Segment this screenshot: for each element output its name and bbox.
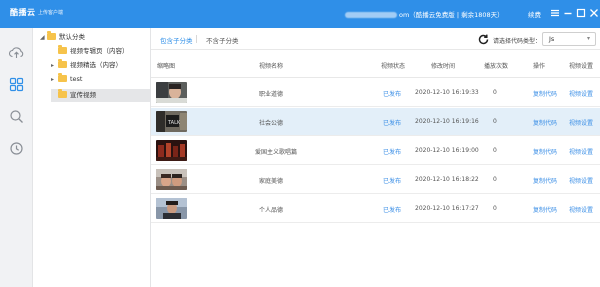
play-count: 0 <box>493 147 497 154</box>
video-status: 已发布 <box>383 149 402 156</box>
menu-icon[interactable] <box>548 6 562 20</box>
account-email-blurred <box>345 12 397 18</box>
expand-arrow-icon[interactable]: ▸ <box>51 59 58 72</box>
video-settings-link[interactable]: 视频设置 <box>569 176 593 185</box>
side-navbar <box>0 28 33 287</box>
play-count: 0 <box>493 205 497 212</box>
column-header-modified-time: 修改时间 <box>431 63 456 70</box>
table-row[interactable]: 爱国主义歌唱篇 已发布 2020-12-10 16:19:00 0 复制代码 视… <box>151 137 600 165</box>
code-type-value: Js <box>549 35 555 43</box>
video-name: 家庭美德 <box>259 178 284 185</box>
tree-node-promo-videos[interactable]: 宣传视频 <box>51 89 150 102</box>
video-thumbnail <box>156 140 187 161</box>
tree-node-album-page[interactable]: 视频专辑页（内容） <box>51 45 150 58</box>
copy-code-link[interactable]: 复制代码 <box>533 89 557 98</box>
tab-exclude-subcategories[interactable]: 不含子分类 <box>206 35 239 45</box>
folder-icon <box>58 89 67 98</box>
modified-time: 2020-12-10 16:17:27 <box>415 205 479 212</box>
collapse-arrow-icon[interactable]: ◢ <box>40 31 47 44</box>
table-header: 缩略图 视频名称 视频状态 修改时间 播放次数 操作 视频设置 <box>151 50 600 78</box>
tab-include-subcategories[interactable]: 包含子分类 <box>160 35 193 45</box>
search-icon[interactable] <box>8 108 25 125</box>
folder-icon <box>58 45 67 54</box>
copy-code-link[interactable]: 复制代码 <box>533 147 557 156</box>
renew-link[interactable]: 续费 <box>528 9 541 19</box>
video-thumbnail <box>156 82 187 103</box>
modified-time: 2020-12-10 16:19:00 <box>415 147 479 154</box>
refresh-icon[interactable] <box>477 33 490 46</box>
tree-node-root[interactable]: ◢ 默认分类 <box>40 31 150 44</box>
filter-toolbar: 包含子分类 不含子分类 请选择代码类型： Js ▾ <box>151 28 600 50</box>
account-plan-text: om（酷播云免费版 | 剩余1808天） <box>399 11 504 19</box>
video-status: 已发布 <box>383 207 402 214</box>
upload-cloud-icon[interactable] <box>8 44 25 61</box>
account-info: om（酷播云免费版 | 剩余1808天） <box>345 9 504 19</box>
column-header-play-count: 播放次数 <box>484 63 509 70</box>
main-panel: 包含子分类 不含子分类 请选择代码类型： Js ▾ 缩略图 视频名称 视频状态 … <box>151 28 600 287</box>
column-header-status: 视频状态 <box>381 63 406 70</box>
grid-icon[interactable] <box>8 76 25 93</box>
video-name: 社会公德 <box>259 120 284 127</box>
modified-time: 2020-12-10 16:19:16 <box>415 118 479 125</box>
code-type-select[interactable]: Js ▾ <box>542 32 596 46</box>
folder-icon <box>58 59 67 68</box>
code-type-label: 请选择代码类型： <box>493 38 542 45</box>
modified-time: 2020-12-10 16:18:22 <box>415 176 479 183</box>
video-status: 已发布 <box>383 120 402 127</box>
maximize-icon[interactable] <box>574 6 588 20</box>
tab-divider <box>196 35 197 43</box>
copy-code-link[interactable]: 复制代码 <box>533 118 557 127</box>
category-tree: ◢ 默认分类 视频专辑页（内容） ▸ 视频精选（内容） ▸ test 宣传视频 <box>33 28 151 287</box>
expand-arrow-icon[interactable]: ▸ <box>51 73 58 86</box>
folder-icon <box>58 73 67 82</box>
column-header-operation: 操作 <box>533 63 546 70</box>
video-settings-link[interactable]: 视频设置 <box>569 89 593 98</box>
svg-text:TALK: TALK <box>167 120 181 126</box>
column-header-video-name: 视频名称 <box>259 63 284 70</box>
table-row[interactable]: 个人品德 已发布 2020-12-10 16:17:27 0 复制代码 视频设置 <box>151 195 600 223</box>
video-status: 已发布 <box>383 178 402 185</box>
play-count: 0 <box>493 176 497 183</box>
app-logo: 酷播云 <box>10 8 36 17</box>
play-count: 0 <box>493 89 497 96</box>
copy-code-link[interactable]: 复制代码 <box>533 176 557 185</box>
video-name: 职业道德 <box>259 91 284 98</box>
video-thumbnail <box>156 198 187 219</box>
video-name: 个人品德 <box>259 207 284 214</box>
table-row[interactable]: 职业道德 已发布 2020-12-10 16:19:33 0 复制代码 视频设置 <box>151 79 600 107</box>
video-settings-link[interactable]: 视频设置 <box>569 205 593 214</box>
folder-icon <box>47 31 56 40</box>
chevron-down-icon: ▾ <box>586 35 590 42</box>
video-thumbnail: TALK <box>156 111 187 132</box>
table-row[interactable]: TALK 社会公德 已发布 2020-12-10 16:19:16 0 复制代码… <box>151 108 600 136</box>
video-settings-link[interactable]: 视频设置 <box>569 147 593 156</box>
tree-node-video-picks[interactable]: ▸ 视频精选（内容） <box>51 59 150 72</box>
video-settings-link[interactable]: 视频设置 <box>569 118 593 127</box>
title-bar: 酷播云 上传客户端 om（酷播云免费版 | 剩余1808天） 续费 <box>0 0 600 28</box>
copy-code-link[interactable]: 复制代码 <box>533 205 557 214</box>
close-icon[interactable] <box>587 6 600 20</box>
column-header-thumbnail: 缩略图 <box>157 63 176 70</box>
play-count: 0 <box>493 118 497 125</box>
history-icon[interactable] <box>8 140 25 157</box>
tree-node-test[interactable]: ▸ test <box>51 73 150 86</box>
minimize-icon[interactable] <box>561 6 575 20</box>
table-row[interactable]: 家庭美德 已发布 2020-12-10 16:18:22 0 复制代码 视频设置 <box>151 166 600 194</box>
video-thumbnail <box>156 169 187 190</box>
video-name: 爱国主义歌唱篇 <box>255 149 298 156</box>
video-status: 已发布 <box>383 91 402 98</box>
modified-time: 2020-12-10 16:19:33 <box>415 89 479 96</box>
column-header-video-settings: 视频设置 <box>569 63 594 70</box>
app-subtitle: 上传客户端 <box>38 10 64 16</box>
